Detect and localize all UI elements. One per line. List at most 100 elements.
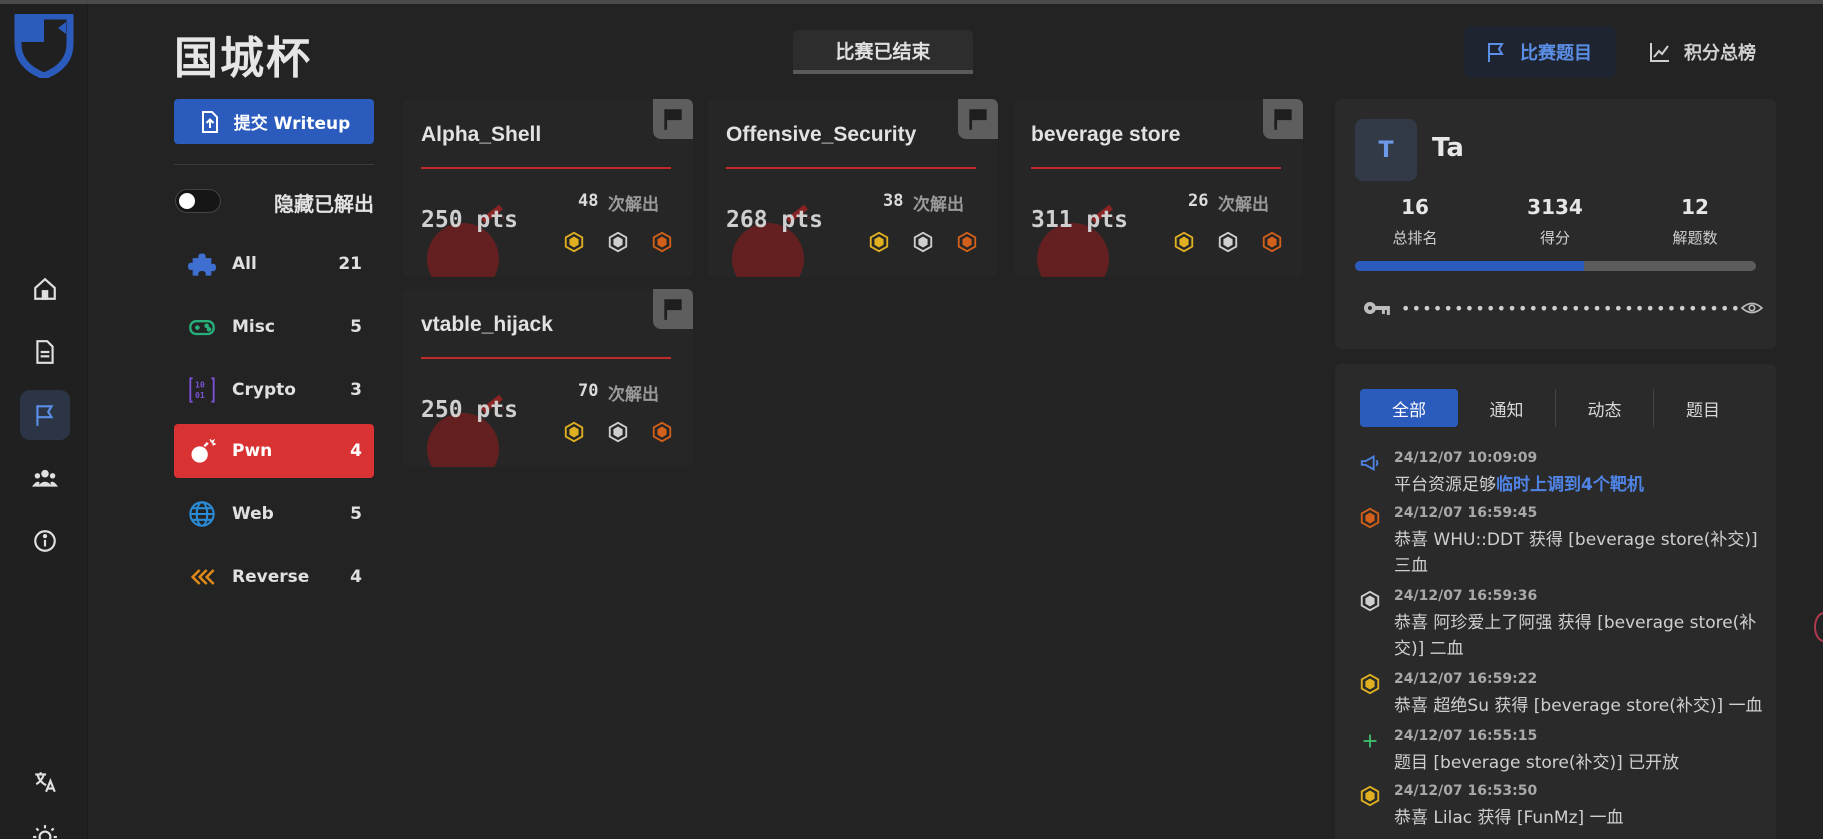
- stat-solved: 12 解题数: [1635, 195, 1755, 248]
- category-misc[interactable]: Misc 5: [174, 300, 374, 354]
- category-web[interactable]: Web 5: [174, 487, 374, 541]
- title-underline: [1031, 167, 1281, 169]
- side-rail: [0, 4, 88, 839]
- second-blood-icon: [607, 231, 629, 253]
- feed-timestamp: 24/12/07 16:59:36: [1394, 588, 1538, 604]
- eye-icon[interactable]: [1741, 297, 1763, 319]
- feed-message: 恭喜 阿珍爱上了阿强 获得 [beverage store(补交)] 二血: [1394, 610, 1769, 662]
- feed-message-text: 恭喜 超绝Su 获得 [beverage store(补交)] 一血: [1394, 696, 1763, 716]
- category-label: Reverse: [232, 567, 310, 587]
- category-count: 21: [338, 254, 362, 274]
- team-token-masked: ••••••••••••••••••••••••••••••••: [1400, 298, 1742, 318]
- category-label: All: [232, 254, 257, 274]
- solve-count-label: 次解出: [1218, 195, 1269, 215]
- avatar[interactable]: T: [1355, 119, 1417, 181]
- second-blood-icon: [1359, 590, 1381, 612]
- feed-entry: 24/12/07 16:59:22 恭喜 超绝Su 获得 [beverage st…: [1359, 671, 1769, 719]
- page-title: 国城杯: [174, 33, 312, 84]
- second-blood-shape: [608, 231, 628, 253]
- tab-notices[interactable]: 通知: [1458, 389, 1556, 427]
- floating-edge-button[interactable]: [1814, 612, 1823, 642]
- feed-message-text: 恭喜 Lilac 获得 [FunMz] 一血: [1394, 808, 1624, 828]
- title-underline: [421, 167, 671, 169]
- activity-feed: 全部 通知 动态 题目 24/12/07 10:09:09 平台资源足够临时上调到…: [1335, 364, 1776, 839]
- challenge-points: 268 pts: [726, 207, 823, 233]
- upload-file-icon: [201, 110, 218, 133]
- flag-icon: [1488, 43, 1504, 62]
- tab-challenges[interactable]: 题目: [1654, 389, 1752, 427]
- challenge-card[interactable]: •.. Alpha_Shell 250 pts 48 次解出: [403, 99, 693, 277]
- solve-count-label: 次解出: [608, 195, 659, 215]
- challenge-card[interactable]: •.. beverage store 311 pts 26 次解出: [1013, 99, 1303, 277]
- flag-icon: [958, 99, 998, 139]
- first-blood-icon: [563, 421, 585, 443]
- submit-writeup-button[interactable]: 提交 Writeup: [174, 99, 374, 144]
- third-blood-shape: [1262, 231, 1282, 253]
- nav-tab-challenges[interactable]: 比赛题目: [1464, 26, 1616, 78]
- feed-entry: 24/12/07 10:09:09 平台资源足够临时上调到4个靶机: [1359, 450, 1769, 498]
- progress-fill: [1355, 261, 1584, 271]
- first-blood-shape: [1174, 231, 1194, 253]
- challenge-card[interactable]: •.. Offensive_Security 268 pts 38 次解出: [708, 99, 998, 277]
- solve-count: 38: [883, 191, 904, 211]
- feed-entry: 24/12/07 16:59:36 恭喜 阿珍爱上了阿强 获得 [beverage…: [1359, 588, 1769, 662]
- challenge-card[interactable]: •.. vtable_hijack 250 pts 70 次解出: [403, 289, 693, 467]
- stat-value: 12: [1681, 195, 1709, 219]
- theme-icon[interactable]: [20, 812, 70, 839]
- category-count: 5: [350, 317, 362, 337]
- feed-message-text: 恭喜 WHU::DDT 获得 [beverage store(补交)] 三血: [1394, 530, 1758, 576]
- feed-timestamp: 24/12/07 16:53:50: [1394, 783, 1538, 799]
- third-blood-shape: [652, 421, 672, 443]
- document-icon[interactable]: [20, 327, 70, 377]
- line-chart-icon: [1650, 43, 1669, 62]
- tab-all[interactable]: 全部: [1360, 389, 1458, 427]
- stat-label: 总排名: [1392, 229, 1438, 247]
- nav-tab-scoreboard[interactable]: 积分总榜: [1628, 26, 1776, 78]
- category-label: Web: [232, 504, 274, 524]
- feed-entry: 24/12/07 16:53:50 恭喜 Lilac 获得 [FunMz] 一血: [1359, 783, 1769, 831]
- feed-message: 平台资源足够临时上调到4个靶机: [1394, 472, 1769, 498]
- challenge-points: 250 pts: [421, 397, 518, 423]
- feed-message: 恭喜 WHU::DDT 获得 [beverage store(补交)] 三血: [1394, 527, 1769, 579]
- solve-count: 48: [578, 191, 599, 211]
- third-blood-shape: [957, 231, 977, 253]
- third-blood-icon: [651, 421, 673, 443]
- category-all[interactable]: All 21: [174, 237, 374, 291]
- home-icon[interactable]: [20, 264, 70, 314]
- feed-message-text: 平台资源足够: [1394, 475, 1496, 495]
- category-label: Pwn: [232, 441, 273, 461]
- challenge-points: 250 pts: [421, 207, 518, 233]
- category-crypto[interactable]: 10 01 Crypto 3: [174, 363, 374, 417]
- divider: [174, 164, 374, 165]
- challenge-title: beverage store: [1031, 123, 1181, 146]
- category-pwn[interactable]: Pwn 4: [174, 424, 374, 478]
- puzzle-icon: [186, 248, 218, 280]
- info-icon[interactable]: [20, 516, 70, 566]
- logo[interactable]: [14, 12, 74, 80]
- tab-events[interactable]: 动态: [1556, 389, 1654, 427]
- nav-tab-label: 积分总榜: [1684, 43, 1756, 64]
- rewind-icon: [186, 561, 218, 593]
- user-info-card: T Ta 16 总排名 3134 得分 12 解题数 •••••••••••••…: [1335, 99, 1776, 349]
- second-blood-icon: [1217, 231, 1239, 253]
- svg-text:10: 10: [195, 380, 205, 390]
- category-label: Misc: [232, 317, 275, 337]
- hide-solved-toggle[interactable]: [175, 189, 221, 213]
- flag-icon[interactable]: [20, 390, 70, 440]
- challenge-points: 311 pts: [1031, 207, 1128, 233]
- third-blood-icon: [1261, 231, 1283, 253]
- category-count: 3: [350, 380, 362, 400]
- binary-icon: 10 01: [186, 374, 218, 406]
- category-label: Crypto: [232, 380, 296, 400]
- team-icon[interactable]: [20, 453, 70, 503]
- category-count: 4: [350, 441, 362, 461]
- score-progress-bar: [1355, 261, 1756, 271]
- translate-icon[interactable]: [20, 757, 70, 807]
- category-reverse[interactable]: Reverse 4: [174, 550, 374, 604]
- megaphone-icon: [1359, 452, 1381, 474]
- title-underline: [421, 357, 671, 359]
- challenge-title: vtable_hijack: [421, 313, 553, 336]
- first-blood-icon: [1359, 673, 1381, 695]
- feed-entry: 24/12/07 16:59:45 恭喜 WHU::DDT 获得 [beverag…: [1359, 505, 1769, 579]
- nav-tab-label: 比赛题目: [1520, 43, 1592, 64]
